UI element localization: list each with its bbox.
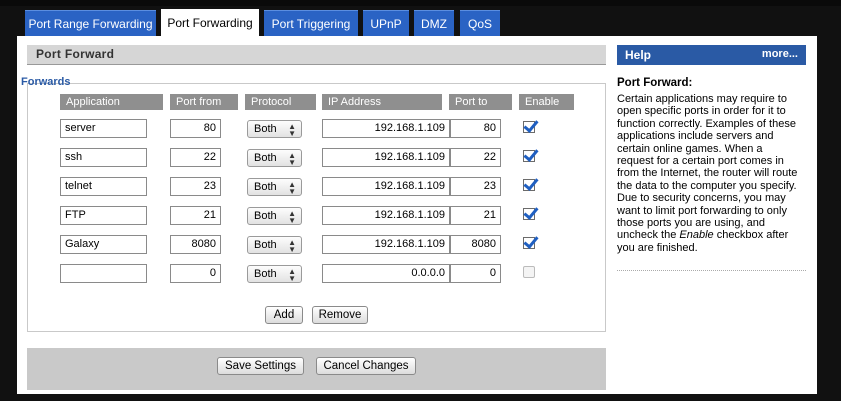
select-arrows-icon: ▲ ▼ — [288, 122, 296, 138]
protocol-value: Both — [254, 181, 277, 193]
cancel-changes-button[interactable]: Cancel Changes — [316, 357, 416, 375]
application-input[interactable] — [60, 264, 147, 283]
port-from-input[interactable]: 8080 — [170, 235, 221, 254]
help-title: Port Forward: — [617, 77, 693, 89]
section-header: Port Forward — [27, 45, 606, 65]
protocol-select[interactable]: Both ▲ ▼ — [247, 120, 302, 138]
col-header-application: Application — [60, 94, 163, 110]
select-arrows-icon: ▲ ▼ — [288, 238, 296, 254]
tab-dmz[interactable]: DMZ — [414, 10, 454, 36]
protocol-value: Both — [254, 152, 277, 164]
col-header-protocol: Protocol — [245, 94, 316, 110]
ip-address-input[interactable]: 192.168.1.109 — [322, 235, 450, 254]
tab-port-triggering[interactable]: Port Triggering — [264, 10, 358, 36]
tab-port-range-forwarding[interactable]: Port Range Forwarding — [25, 10, 156, 36]
protocol-select[interactable]: Both ▲ ▼ — [247, 149, 302, 167]
port-from-input[interactable]: 80 — [170, 119, 221, 138]
port-to-input[interactable]: 22 — [450, 148, 501, 167]
application-input[interactable]: FTP — [60, 206, 147, 225]
application-input[interactable]: Galaxy — [60, 235, 147, 254]
help-text: Certain applications may require to open… — [617, 93, 801, 254]
port-from-input[interactable]: 23 — [170, 177, 221, 196]
select-arrows-icon: ▲ ▼ — [288, 151, 296, 167]
application-input[interactable]: server — [60, 119, 147, 138]
action-footer: Save Settings Cancel Changes — [27, 348, 606, 390]
ip-address-input[interactable]: 192.168.1.109 — [322, 177, 450, 196]
protocol-select[interactable]: Both ▲ ▼ — [247, 236, 302, 254]
help-header-title: Help — [625, 48, 652, 62]
tab-port-forwarding[interactable]: Port Forwarding — [161, 9, 259, 36]
help-more-link[interactable]: more... — [762, 48, 798, 60]
save-settings-button[interactable]: Save Settings — [217, 357, 304, 375]
application-input[interactable]: telnet — [60, 177, 147, 196]
ip-address-input[interactable]: 192.168.1.109 — [322, 119, 450, 138]
protocol-value: Both — [254, 123, 277, 135]
enable-checkbox[interactable] — [523, 179, 535, 191]
select-arrows-icon: ▲ ▼ — [288, 267, 296, 283]
col-header-enable: Enable — [519, 94, 574, 110]
port-to-input[interactable]: 0 — [450, 264, 501, 283]
protocol-value: Both — [254, 239, 277, 251]
add-button[interactable]: Add — [265, 306, 303, 324]
port-to-input[interactable]: 80 — [450, 119, 501, 138]
port-to-input[interactable]: 8080 — [450, 235, 501, 254]
help-divider — [617, 270, 806, 271]
protocol-value: Both — [254, 210, 277, 222]
tab-upnp[interactable]: UPnP — [363, 10, 409, 36]
enable-checkbox[interactable] — [523, 208, 535, 220]
tab-qos[interactable]: QoS — [460, 10, 500, 36]
enable-checkbox[interactable] — [523, 237, 535, 249]
help-text-emphasis: Enable — [679, 229, 714, 242]
enable-checkbox[interactable] — [523, 150, 535, 162]
col-header-ip-address: IP Address — [322, 94, 442, 110]
ip-address-input[interactable]: 192.168.1.109 — [322, 206, 450, 225]
enable-checkbox[interactable] — [523, 121, 535, 133]
port-from-input[interactable]: 21 — [170, 206, 221, 225]
col-header-port-from: Port from — [170, 94, 238, 110]
content-panel: Port Forward Forwards Application Port f… — [17, 36, 817, 394]
section-title: Port Forward — [36, 47, 115, 61]
help-text-before: Certain applications may require to open… — [617, 93, 798, 242]
protocol-select[interactable]: Both ▲ ▼ — [247, 265, 302, 283]
port-from-input[interactable]: 0 — [170, 264, 221, 283]
enable-checkbox[interactable] — [523, 266, 535, 278]
port-to-input[interactable]: 23 — [450, 177, 501, 196]
port-to-input[interactable]: 21 — [450, 206, 501, 225]
port-from-input[interactable]: 22 — [170, 148, 221, 167]
ip-address-input[interactable]: 192.168.1.109 — [322, 148, 450, 167]
top-strip — [0, 0, 841, 6]
select-arrows-icon: ▲ ▼ — [288, 209, 296, 225]
protocol-select[interactable]: Both ▲ ▼ — [247, 178, 302, 196]
protocol-value: Both — [254, 268, 277, 280]
remove-button[interactable]: Remove — [312, 306, 368, 324]
protocol-select[interactable]: Both ▲ ▼ — [247, 207, 302, 225]
select-arrows-icon: ▲ ▼ — [288, 180, 296, 196]
help-header: Help more... — [617, 45, 806, 65]
application-input[interactable]: ssh — [60, 148, 147, 167]
col-header-port-to: Port to — [449, 94, 512, 110]
forwards-legend: Forwards — [21, 76, 71, 88]
ip-address-input[interactable]: 0.0.0.0 — [322, 264, 450, 283]
